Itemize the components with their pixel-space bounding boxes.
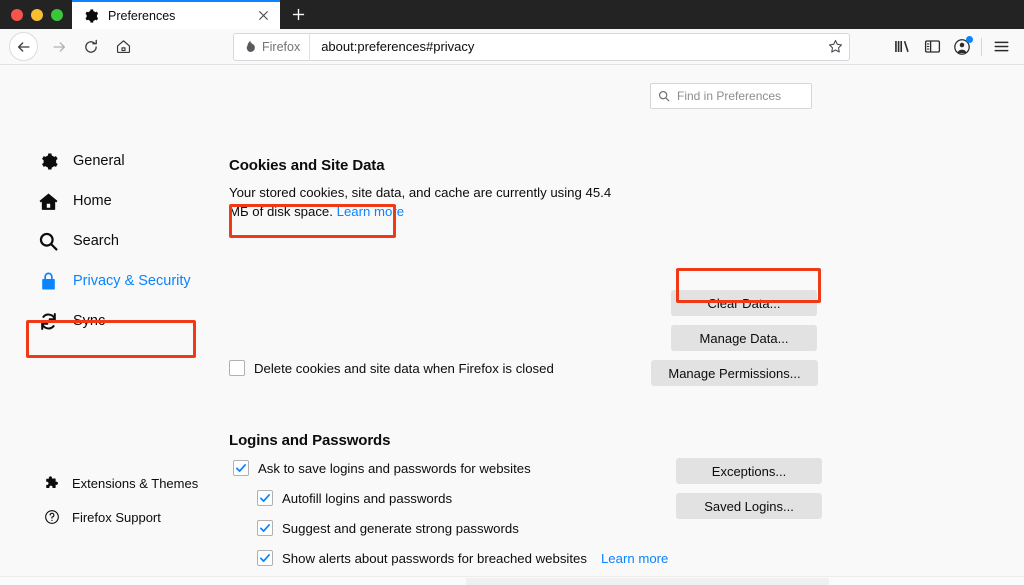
sidebar-item-label: Extensions & Themes bbox=[72, 475, 199, 491]
breach-alerts-label: Show alerts about passwords for breached… bbox=[282, 550, 587, 566]
sidebar-item-privacy-security[interactable]: Privacy & Security bbox=[0, 261, 228, 301]
breach-alerts-row[interactable]: Show alerts about passwords for breached… bbox=[257, 550, 668, 566]
toolbar-divider bbox=[981, 37, 982, 56]
home-button[interactable] bbox=[107, 32, 139, 62]
autofill-logins-checkbox[interactable] bbox=[257, 490, 273, 506]
sync-icon bbox=[38, 311, 59, 332]
cookies-and-site-data-heading: Cookies and Site Data bbox=[229, 157, 385, 174]
reload-button[interactable] bbox=[75, 32, 107, 62]
gear-icon bbox=[38, 151, 59, 172]
account-icon[interactable] bbox=[947, 32, 977, 62]
preferences-sidebar: General Home Search Privacy & Security S… bbox=[0, 117, 228, 585]
lock-icon bbox=[38, 271, 59, 292]
search-placeholder: Find in Preferences bbox=[677, 89, 782, 103]
cookies-learn-more-link[interactable]: Learn more bbox=[337, 204, 404, 219]
search-icon bbox=[38, 231, 59, 252]
titlebar: Preferences bbox=[0, 0, 1024, 29]
suggest-strong-passwords-row[interactable]: Suggest and generate strong passwords bbox=[257, 520, 519, 536]
sidebar-item-extensions-themes[interactable]: Extensions & Themes bbox=[0, 466, 228, 500]
manage-permissions-button[interactable]: Manage Permissions... bbox=[651, 360, 818, 386]
close-window-button[interactable] bbox=[11, 8, 23, 21]
library-icon[interactable] bbox=[887, 32, 917, 62]
breach-alerts-learn-more-link[interactable]: Learn more bbox=[601, 551, 668, 566]
identity-box[interactable]: Firefox bbox=[234, 33, 311, 60]
sidebar-item-label: General bbox=[73, 153, 125, 169]
preferences-page: Find in Preferences General Home Search … bbox=[0, 65, 1024, 585]
cookies-description-line2: MБ of disk space. bbox=[229, 204, 333, 219]
horizontal-scrollbar-thumb[interactable] bbox=[466, 578, 829, 585]
sidebar-item-home[interactable]: Home bbox=[0, 181, 228, 221]
forward-button[interactable] bbox=[43, 32, 75, 62]
search-input[interactable]: Find in Preferences bbox=[650, 83, 812, 109]
autofill-logins-row[interactable]: Autofill logins and passwords bbox=[257, 490, 452, 506]
minimize-window-button[interactable] bbox=[31, 8, 43, 21]
maximize-window-button[interactable] bbox=[51, 8, 63, 21]
search-icon bbox=[658, 90, 670, 102]
new-tab-button[interactable] bbox=[280, 0, 316, 29]
sidebar-item-label: Privacy & Security bbox=[73, 273, 191, 289]
ask-to-save-logins-label: Ask to save logins and passwords for web… bbox=[258, 460, 531, 476]
cookies-description: Your stored cookies, site data, and cach… bbox=[229, 183, 629, 221]
sidebar-item-firefox-support[interactable]: Firefox Support bbox=[0, 500, 228, 534]
autofill-logins-label: Autofill logins and passwords bbox=[282, 490, 453, 506]
cookies-description-line1: Your stored cookies, site data, and cach… bbox=[229, 185, 612, 200]
back-button[interactable] bbox=[9, 32, 38, 61]
close-tab-button[interactable] bbox=[254, 7, 272, 25]
ask-to-save-logins-checkbox[interactable] bbox=[233, 460, 249, 476]
logins-and-passwords-heading: Logins and Passwords bbox=[229, 432, 391, 449]
sidebar-icon[interactable] bbox=[917, 32, 947, 62]
puzzle-icon bbox=[44, 475, 60, 491]
manage-data-button[interactable]: Manage Data... bbox=[671, 325, 817, 351]
sidebar-footer: Extensions & Themes Firefox Support bbox=[0, 466, 228, 534]
traffic-lights bbox=[0, 0, 72, 29]
preferences-body: General Home Search Privacy & Security S… bbox=[0, 109, 1024, 585]
exceptions-button[interactable]: Exceptions... bbox=[676, 458, 822, 484]
sidebar-item-search[interactable]: Search bbox=[0, 221, 228, 261]
preferences-search-row: Find in Preferences bbox=[0, 65, 1024, 109]
delete-cookies-on-close-checkbox-row[interactable]: Delete cookies and site data when Firefo… bbox=[229, 360, 554, 376]
sidebar-item-label: Firefox Support bbox=[72, 509, 161, 525]
home-icon bbox=[38, 191, 59, 212]
horizontal-scrollbar[interactable] bbox=[0, 576, 1024, 585]
url-bar[interactable]: Firefox about:preferences#privacy bbox=[233, 32, 850, 61]
navigation-toolbar: Firefox about:preferences#privacy bbox=[0, 29, 1024, 65]
tab-title: Preferences bbox=[108, 8, 176, 23]
question-circle-icon bbox=[44, 509, 60, 525]
tab-preferences[interactable]: Preferences bbox=[72, 0, 280, 29]
url-text[interactable]: about:preferences#privacy bbox=[310, 39, 821, 54]
identity-label: Firefox bbox=[262, 39, 301, 54]
breach-alerts-checkbox[interactable] bbox=[257, 550, 273, 566]
delete-cookies-on-close-label: Delete cookies and site data when Firefo… bbox=[254, 360, 554, 376]
browser-window: Preferences Firefox about:preferences#pr… bbox=[0, 0, 1024, 585]
bookmark-star-icon[interactable] bbox=[821, 33, 849, 61]
delete-cookies-on-close-checkbox[interactable] bbox=[229, 360, 245, 376]
sidebar-item-label: Sync bbox=[73, 313, 106, 329]
suggest-strong-passwords-checkbox[interactable] bbox=[257, 520, 273, 536]
menu-icon[interactable] bbox=[986, 32, 1016, 62]
toolbar-right-icons bbox=[887, 32, 1016, 62]
firefox-logo-icon bbox=[246, 40, 255, 53]
sidebar-item-sync[interactable]: Sync bbox=[0, 301, 228, 341]
gear-icon bbox=[83, 8, 99, 24]
sidebar-item-label: Search bbox=[73, 233, 119, 249]
suggest-strong-passwords-label: Suggest and generate strong passwords bbox=[282, 520, 519, 536]
sidebar-item-general[interactable]: General bbox=[0, 141, 228, 181]
saved-logins-button[interactable]: Saved Logins... bbox=[676, 493, 822, 519]
sidebar-item-label: Home bbox=[73, 193, 112, 209]
clear-data-button[interactable]: Clear Data... bbox=[671, 290, 817, 316]
account-notification-badge bbox=[966, 35, 973, 43]
ask-to-save-logins-row[interactable]: Ask to save logins and passwords for web… bbox=[233, 460, 531, 476]
preferences-main: Cookies and Site Data Your stored cookie… bbox=[228, 117, 1024, 585]
